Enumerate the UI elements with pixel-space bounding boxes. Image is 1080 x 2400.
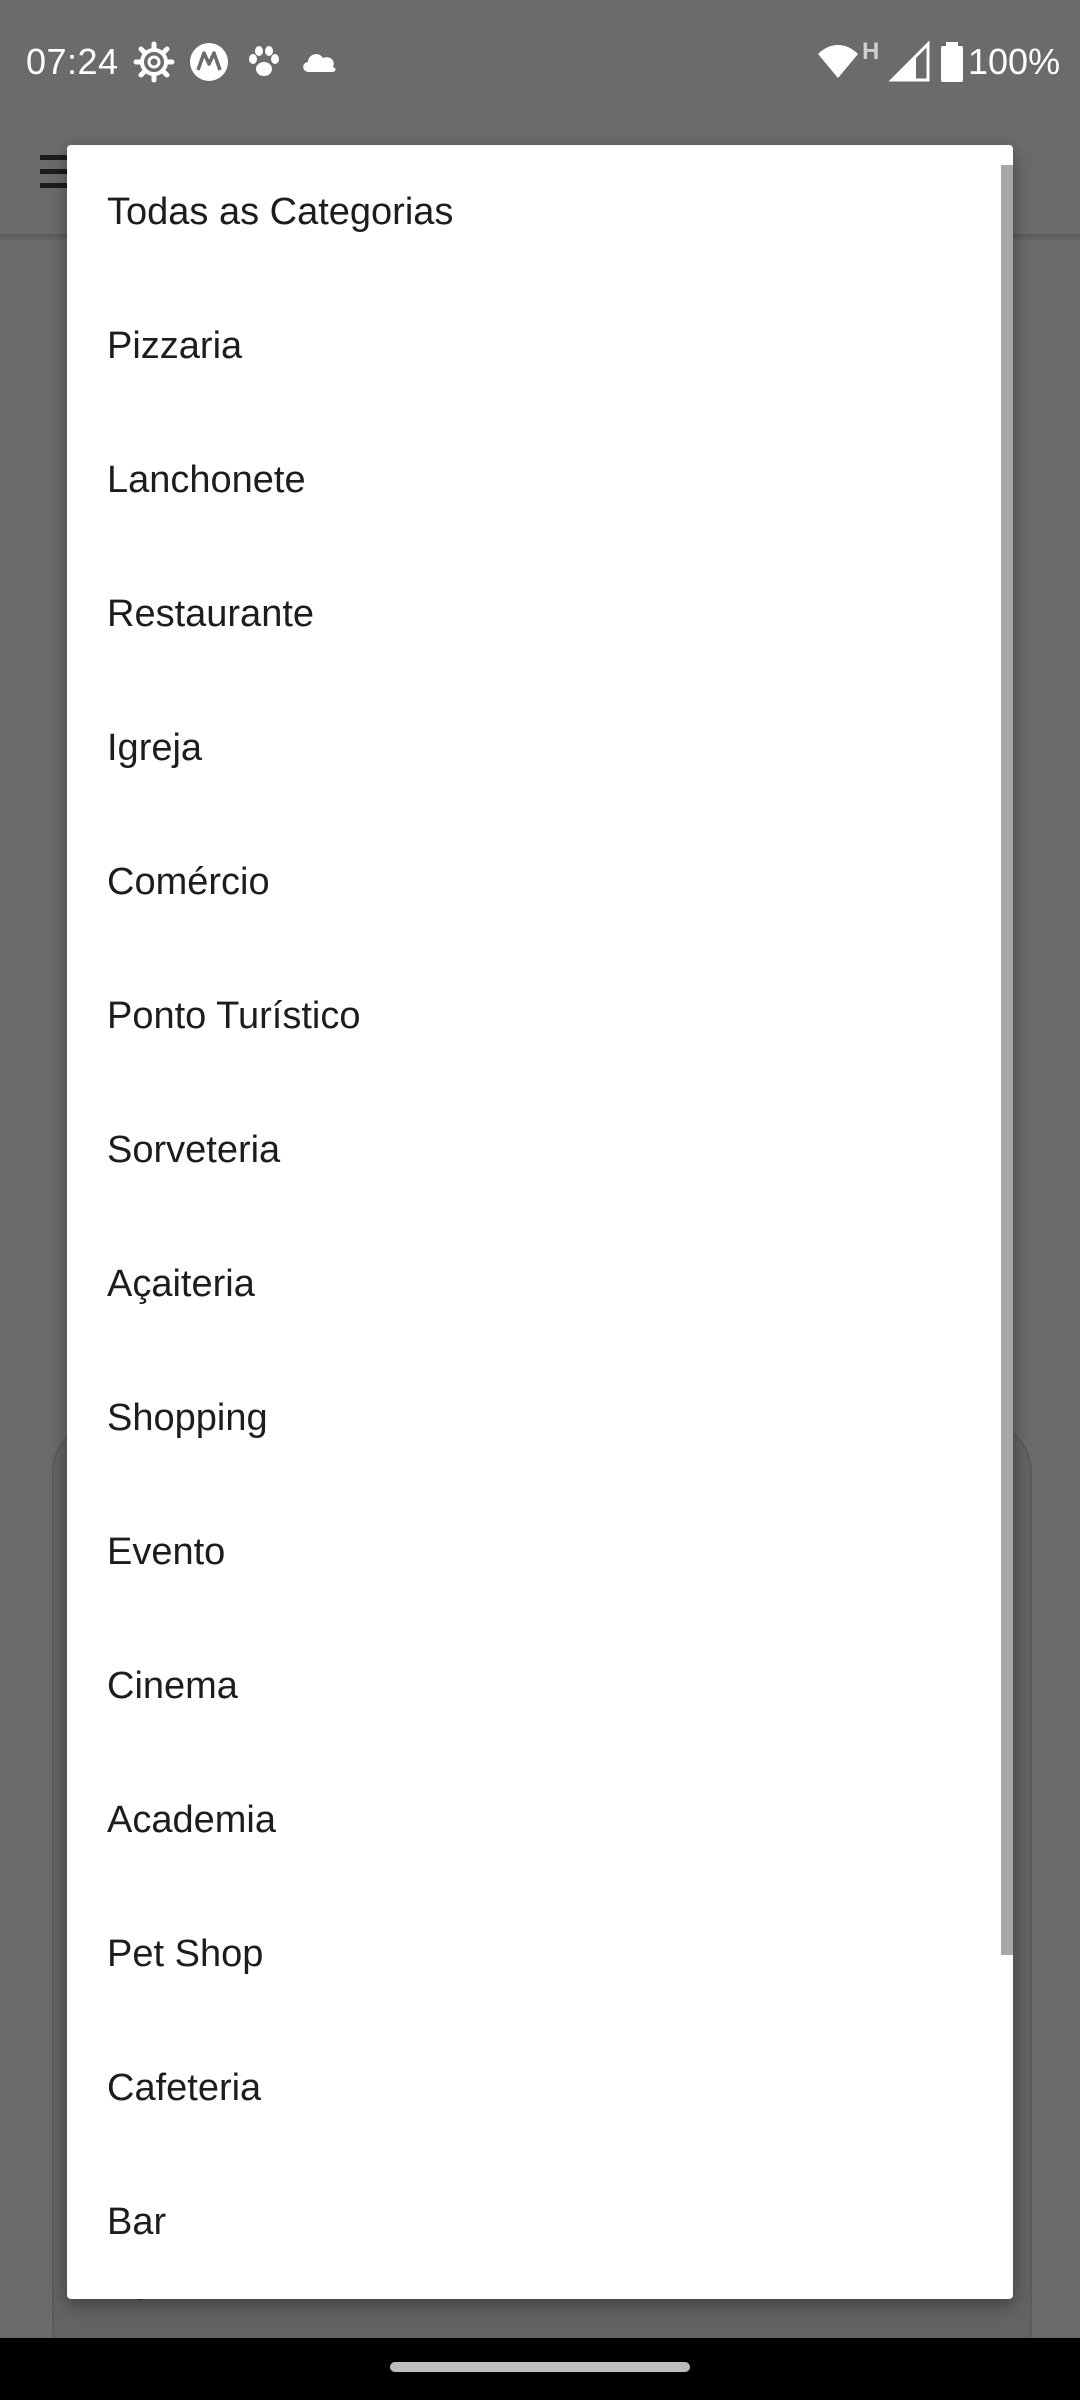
battery-icon: [938, 40, 966, 84]
category-option[interactable]: Todas as Categorias: [67, 145, 1013, 279]
category-option[interactable]: Shopping: [67, 1351, 1013, 1485]
paw-icon: [242, 40, 286, 84]
category-option[interactable]: Cafeteria: [67, 2021, 1013, 2155]
category-option[interactable]: Lanchonete: [67, 413, 1013, 547]
gear-icon: [132, 40, 176, 84]
category-option[interactable]: Pet Shop: [67, 1887, 1013, 2021]
network-type: H: [862, 38, 880, 65]
category-option[interactable]: Academia: [67, 1753, 1013, 1887]
category-option[interactable]: Restaurante: [67, 547, 1013, 681]
navigation-bar: [0, 2338, 1080, 2400]
category-option[interactable]: Cinema: [67, 1619, 1013, 1753]
category-option[interactable]: Comércio: [67, 815, 1013, 949]
scrollbar-thumb[interactable]: [1001, 165, 1013, 1955]
cloud-icon: [297, 40, 341, 84]
motorola-icon: [187, 40, 231, 84]
status-bar: 07:24 H 100%: [0, 0, 1080, 126]
battery-percentage: 100%: [968, 41, 1061, 82]
category-option[interactable]: Igreja: [67, 681, 1013, 815]
home-gesture-handle[interactable]: [390, 2362, 690, 2372]
wifi-icon: [816, 40, 860, 84]
category-option[interactable]: Evento: [67, 1485, 1013, 1619]
category-option[interactable]: Açaiteria: [67, 1217, 1013, 1351]
category-list: Todas as Categorias Pizzaria Lanchonete …: [67, 145, 1013, 2289]
category-option[interactable]: Ponto Turístico: [67, 949, 1013, 1083]
status-time: 07:24: [26, 41, 119, 82]
category-dialog: Todas as Categorias Pizzaria Lanchonete …: [67, 145, 1013, 2299]
category-option[interactable]: Sorveteria: [67, 1083, 1013, 1217]
signal-icon: [888, 40, 932, 84]
category-option[interactable]: Pizzaria: [67, 279, 1013, 413]
category-option[interactable]: Bar: [67, 2155, 1013, 2289]
